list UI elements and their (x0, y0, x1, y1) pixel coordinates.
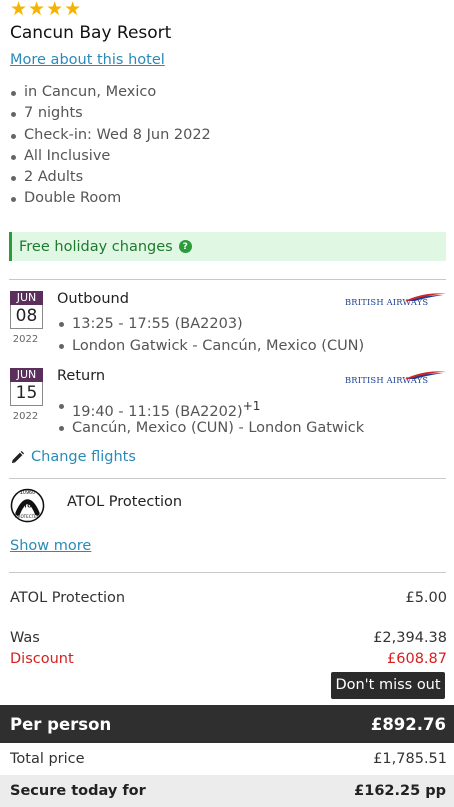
calendar-month: JUN (10, 291, 43, 305)
calendar-year: 2022 (12, 411, 39, 422)
return-route: Cancún, Mexico (CUN) - London Gatwick (58, 417, 364, 439)
star-icon: ★ (64, 0, 82, 20)
detail-location: in Cancun, Mexico (10, 82, 211, 103)
atol-price-value: £5.00 (405, 590, 447, 606)
discount-value: £608.87 (387, 651, 447, 667)
change-flights-label: Change flights (31, 449, 136, 465)
was-label: Was (10, 630, 40, 646)
more-about-hotel-link[interactable]: More about this hotel (10, 52, 165, 68)
airline-logo: BRITISH AIRWAYS (345, 370, 447, 386)
free-holiday-changes-banner: Free holiday changes ? (9, 232, 446, 261)
airline-logo: BRITISH AIRWAYS (345, 292, 447, 308)
divider (9, 572, 446, 573)
svg-text:10960: 10960 (20, 490, 35, 496)
star-rating: ★ ★ ★ ★ (10, 0, 82, 20)
detail-guests: 2 Adults (10, 167, 211, 188)
outbound-date-calendar: JUN 08 2022 (10, 291, 43, 345)
question-icon[interactable]: ? (178, 240, 192, 253)
change-flights-link[interactable]: Change flights (10, 449, 136, 465)
svg-text:PROTECTED: PROTECTED (15, 514, 40, 519)
calendar-year: 2022 (12, 334, 39, 345)
detail-checkin: Check-in: Wed 8 Jun 2022 (10, 125, 211, 146)
detail-nights: 7 nights (10, 103, 211, 124)
secure-value: £162.25 pp (354, 783, 446, 799)
svg-text:ATOL: ATOL (20, 503, 36, 509)
calendar-month: JUN (10, 368, 43, 382)
hotel-name: Cancun Bay Resort (10, 23, 172, 43)
secure-label: Secure today for (10, 783, 146, 799)
dont-miss-out-badge: Don't miss out (331, 672, 445, 699)
total-price-label: Total price (10, 751, 85, 767)
atol-protected-logo: 10960 ATOL PROTECTED (10, 488, 45, 523)
outbound-details: 13:25 - 17:55 (BA2203) London Gatwick - … (58, 313, 364, 357)
per-person-bar: Per person £892.76 (0, 705, 454, 743)
discount-label: Discount (10, 651, 74, 667)
secure-today-bar: Secure today for £162.25 pp (0, 775, 454, 807)
atol-price-label: ATOL Protection (10, 590, 126, 606)
return-details: 19:40 - 11:15 (BA2202)+1 Cancún, Mexico … (58, 395, 364, 439)
speedmarque-icon (405, 293, 446, 301)
pencil-icon (11, 450, 25, 463)
return-date-calendar: JUN 15 2022 (10, 368, 43, 422)
star-icon: ★ (28, 0, 46, 20)
atol-title: ATOL Protection (67, 494, 183, 510)
discount-row: Discount £608.87 (10, 651, 447, 667)
return-times: 19:40 - 11:15 (BA2202)+1 (58, 395, 364, 420)
was-value: £2,394.38 (373, 630, 447, 646)
star-icon: ★ (46, 0, 64, 20)
calendar-day: 15 (10, 382, 43, 406)
show-more-link[interactable]: Show more (10, 538, 91, 554)
calendar-day: 08 (10, 305, 43, 329)
divider (9, 478, 446, 479)
outbound-times: 13:25 - 17:55 (BA2203) (58, 313, 364, 335)
detail-board: All Inclusive (10, 146, 211, 167)
return-title: Return (57, 368, 106, 384)
free-changes-label: Free holiday changes (19, 238, 173, 255)
hotel-details-list: in Cancun, Mexico 7 nights Check-in: Wed… (10, 82, 211, 210)
atol-price-row: ATOL Protection £5.00 (10, 590, 447, 606)
speedmarque-icon (405, 371, 446, 379)
total-price-value: £1,785.51 (373, 751, 447, 767)
outbound-route: London Gatwick - Cancún, Mexico (CUN) (58, 335, 364, 357)
per-person-value: £892.76 (370, 714, 446, 734)
per-person-label: Per person (10, 714, 112, 734)
total-price-row: Total price £1,785.51 (10, 751, 447, 767)
day-offset: +1 (242, 399, 261, 413)
star-icon: ★ (10, 0, 28, 20)
was-price-row: Was £2,394.38 (10, 630, 447, 646)
detail-room: Double Room (10, 188, 211, 209)
outbound-title: Outbound (57, 291, 129, 307)
divider (9, 279, 446, 280)
